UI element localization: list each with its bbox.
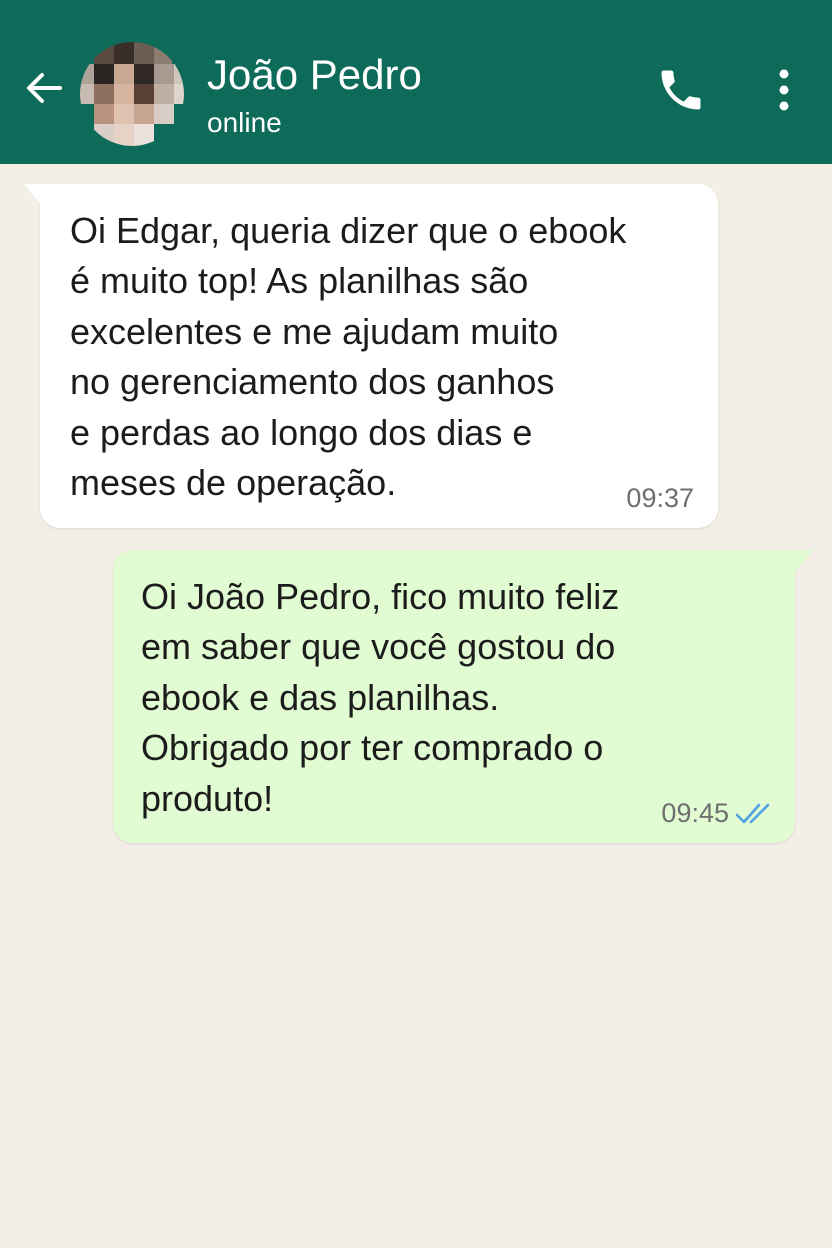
back-button[interactable] [22,66,66,110]
bubble-tail [24,184,42,206]
outgoing-message[interactable]: Oi João Pedro, fico muito feliz em saber… [113,550,813,843]
voice-call-button[interactable] [655,64,707,116]
arrow-left-icon [27,73,62,103]
message-text: Oi Edgar, queria dizer que o ebook é mui… [70,210,627,504]
message-text: Oi João Pedro, fico muito feliz em saber… [141,576,620,819]
double-check-icon [735,803,770,824]
more-options-button[interactable] [768,66,800,114]
chat-header: João Pedro online [0,0,832,164]
avatar[interactable] [80,42,184,146]
contact-status: online [207,107,282,138]
contact-name[interactable]: João Pedro [207,50,422,100]
bubble-tail [795,550,813,572]
message-time: 09:45 [661,798,729,828]
chat-area[interactable]: Oi Edgar, queria dizer que o ebook é mui… [0,164,832,1248]
message-time: 09:37 [626,483,694,513]
pixelated-profile-photo [80,42,184,146]
more-vertical-icon [779,69,789,111]
phone-icon [661,70,701,110]
incoming-message[interactable]: Oi Edgar, queria dizer que o ebook é mui… [24,184,718,528]
